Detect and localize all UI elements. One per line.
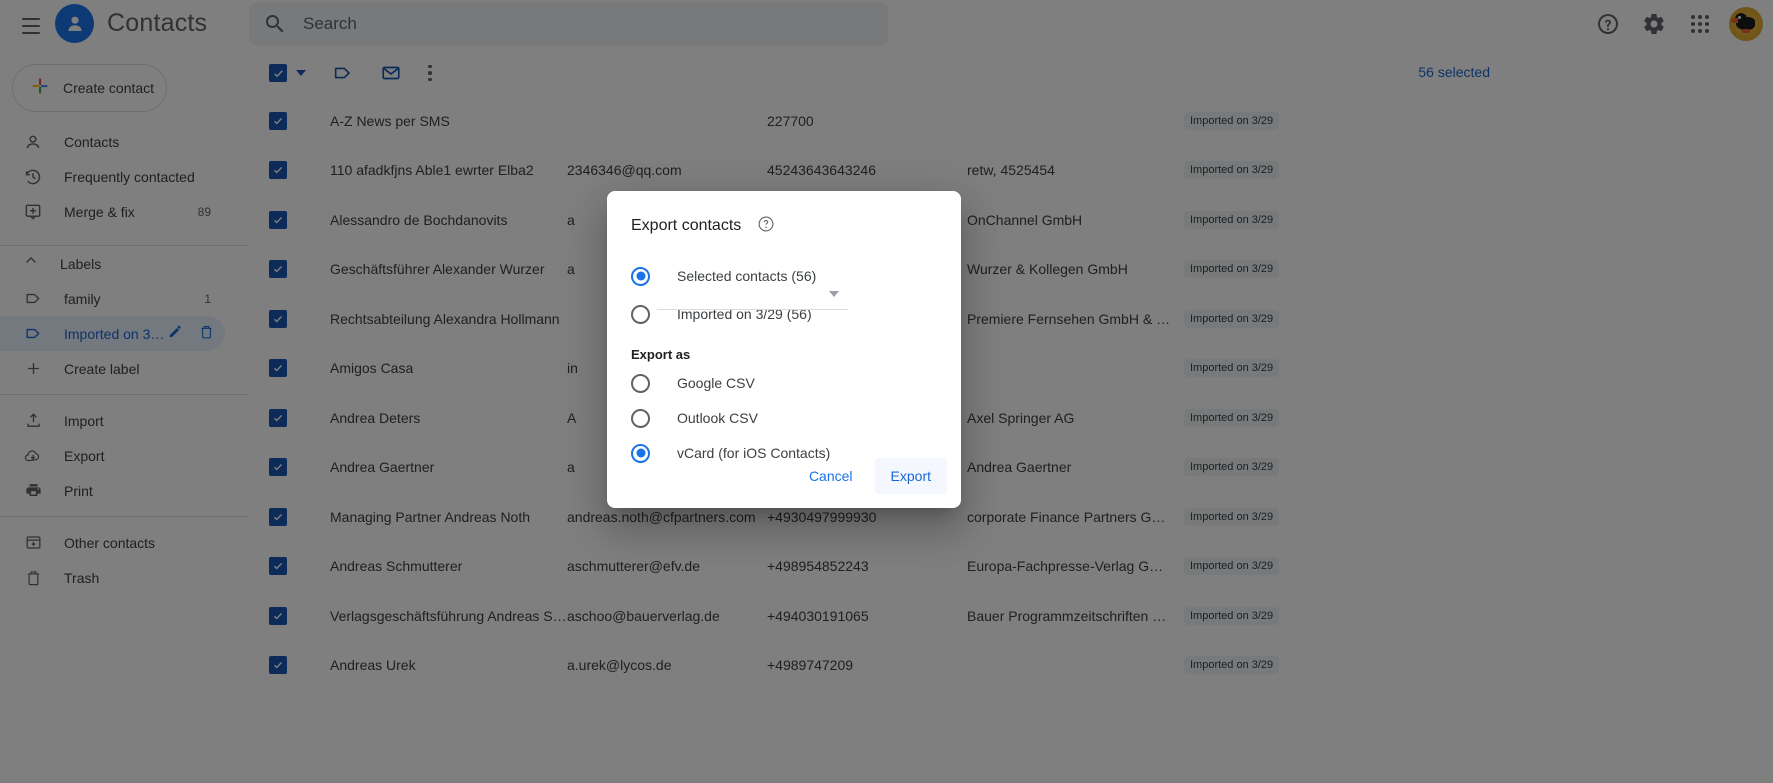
screen-root: Contacts Search <box>0 0 1773 783</box>
radio-button-icon <box>631 304 650 324</box>
radio-button-icon <box>631 443 650 463</box>
export-contacts-dialog: Export contacts Selected contacts (56) I… <box>607 191 961 508</box>
radio-button-icon <box>631 266 650 286</box>
radio-button-icon <box>631 408 650 428</box>
radio-button-icon <box>631 373 650 393</box>
radio-imported-label[interactable]: Imported on 3/29 (56) <box>631 299 937 329</box>
radio-label: Selected contacts (56) <box>677 268 817 284</box>
caret-down-icon[interactable] <box>829 291 839 297</box>
radio-label: Google CSV <box>677 375 755 391</box>
radio-label: Outlook CSV <box>677 410 758 426</box>
label-select-underline <box>657 309 848 310</box>
dialog-title-row: Export contacts <box>631 213 937 239</box>
radio-outlook-csv[interactable]: Outlook CSV <box>631 403 937 433</box>
export-as-header: Export as <box>631 347 691 362</box>
export-button[interactable]: Export <box>874 458 947 494</box>
scope-options-group: Selected contacts (56) Imported on 3/29 … <box>631 261 937 329</box>
radio-selected-contacts[interactable]: Selected contacts (56) <box>631 261 937 291</box>
radio-google-csv[interactable]: Google CSV <box>631 368 937 398</box>
format-options-group: Google CSV Outlook CSV vCard (for iOS Co… <box>631 368 937 468</box>
dialog-title: Export contacts <box>631 217 742 234</box>
help-circle-icon[interactable] <box>757 215 775 238</box>
dialog-actions: Cancel Export <box>795 458 947 494</box>
cancel-button[interactable]: Cancel <box>795 458 867 494</box>
